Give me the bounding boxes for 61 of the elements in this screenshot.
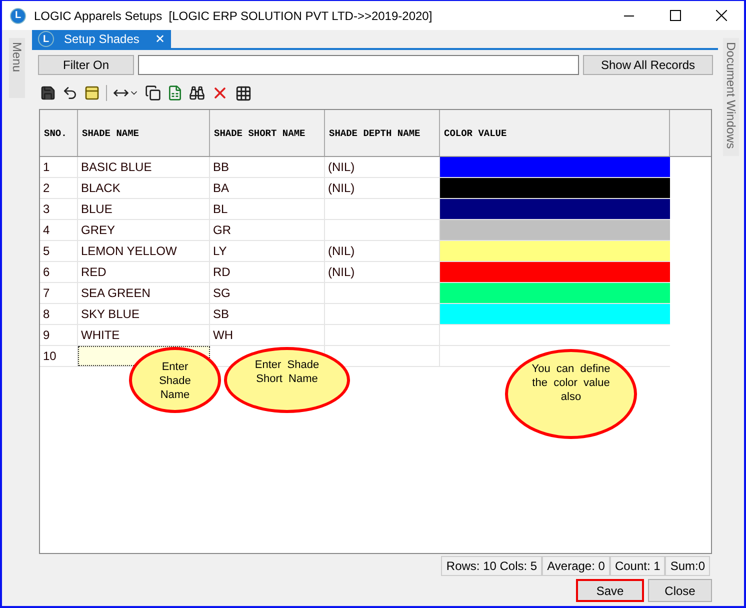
menu-panel-tab[interactable]: Menu [9,38,25,98]
app-logo-icon: L [10,8,26,24]
column-header[interactable]: SHADE DEPTH NAME [325,110,440,156]
status-segment: Count: 1 [610,556,666,576]
table-cell: WHITE [78,325,210,345]
column-header[interactable]: SHADE SHORT NAME [210,110,325,156]
table-cell: GR [210,220,325,240]
row-number: 8 [40,304,78,324]
row-number: 7 [40,283,78,303]
callout: Enter Shade Short Name [224,347,350,413]
save-button[interactable]: Save [576,579,644,602]
table-cell: SEA GREEN [78,283,210,303]
document-tab[interactable]: L Setup Shades ✕ [32,30,171,48]
row-number: 5 [40,241,78,261]
table-cell: GREY [78,220,210,240]
close-button[interactable]: Close [648,579,712,602]
grid-icon[interactable] [235,84,252,102]
column-header[interactable]: SHADE NAME [78,110,210,156]
undo-icon[interactable] [62,85,78,101]
copy-icon[interactable] [145,85,161,101]
spreadsheet-icon[interactable] [167,85,183,101]
table-cell: BB [210,157,325,177]
table-cell: SG [210,283,325,303]
status-segment: Sum:0 [665,556,710,576]
row-number: 9 [40,325,78,345]
show-all-records-button[interactable]: Show All Records [583,55,713,75]
binoculars-icon[interactable] [189,85,205,101]
row-number: 6 [40,262,78,282]
callout: Enter Shade Name [129,347,221,413]
filter-on-button[interactable]: Filter On [38,55,134,75]
form-icon[interactable] [84,85,100,101]
save-icon[interactable] [40,85,56,101]
window-title: LOGIC Apparels Setups [LOGIC ERP SOLUTION PVT LTD->>2019-2020] [34,8,434,22]
table-cell: LEMON YELLOW [78,241,210,261]
table-cell: WH [210,325,325,345]
row-number: 3 [40,199,78,219]
table-cell: BA [210,178,325,198]
row-number: 1 [40,157,78,177]
table-cell: BLUE [78,199,210,219]
close-icon[interactable]: ✕ [155,32,165,46]
table-cell: LY [210,241,325,261]
tab-logo-icon: L [38,31,54,47]
tab-label: Setup Shades [64,32,140,46]
table-cell: BLACK [78,178,210,198]
row-number: 2 [40,178,78,198]
status-segment: Rows: 10 Cols: 5 [441,556,542,576]
table-cell: RD [210,262,325,282]
table-cell: SKY BLUE [78,304,210,324]
document-windows-panel-tab[interactable]: Document Windows [723,38,739,156]
callout: You can define the color value also [505,349,637,439]
table-cell: RED [78,262,210,282]
row-number: 4 [40,220,78,240]
maximize-icon[interactable] [670,10,680,21]
filter-field[interactable] [138,55,579,75]
close-icon[interactable] [716,10,726,21]
table-cell: BASIC BLUE [78,157,210,177]
column-header[interactable]: COLOR VALUE [440,110,670,156]
status-segment: Average: 0 [542,556,610,576]
table-cell: BL [210,199,325,219]
table-cell: SB [210,304,325,324]
column-header[interactable]: SNO. [40,110,78,156]
